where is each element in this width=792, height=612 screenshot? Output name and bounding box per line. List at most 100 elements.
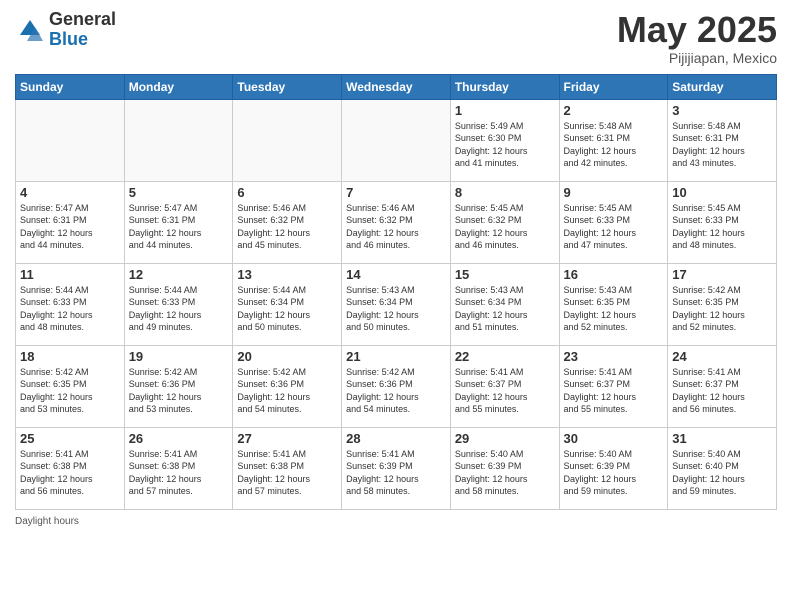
day-number: 27 bbox=[237, 431, 337, 446]
calendar-cell: 28 Sunrise: 5:41 AM Sunset: 6:39 PM Dayli… bbox=[342, 427, 451, 509]
day-info: Sunrise: 5:45 AM Sunset: 6:32 PM Dayligh… bbox=[455, 202, 555, 252]
day-info: Sunrise: 5:40 AM Sunset: 6:40 PM Dayligh… bbox=[672, 448, 772, 498]
weekday-header: Tuesday bbox=[233, 74, 342, 99]
calendar-cell: 17 Sunrise: 5:42 AM Sunset: 6:35 PM Dayli… bbox=[668, 263, 777, 345]
calendar-cell: 4Sunrise: 5:47 AM Sunset: 6:31 PM Daylig… bbox=[16, 181, 125, 263]
day-info: Sunrise: 5:43 AM Sunset: 6:34 PM Dayligh… bbox=[346, 284, 446, 334]
day-info: Sunrise: 5:42 AM Sunset: 6:36 PM Dayligh… bbox=[129, 366, 229, 416]
month-title: May 2025 bbox=[617, 10, 777, 50]
calendar: SundayMondayTuesdayWednesdayThursdayFrid… bbox=[15, 74, 777, 510]
weekday-header: Saturday bbox=[668, 74, 777, 99]
calendar-cell: 8 Sunrise: 5:45 AM Sunset: 6:32 PM Daylig… bbox=[450, 181, 559, 263]
footer: Daylight hours bbox=[15, 516, 777, 527]
day-info: Sunrise: 5:40 AM Sunset: 6:39 PM Dayligh… bbox=[564, 448, 664, 498]
calendar-cell bbox=[342, 99, 451, 181]
footer-label: Daylight hours bbox=[15, 516, 79, 527]
calendar-cell: 31Sunrise: 5:40 AM Sunset: 6:40 PM Dayli… bbox=[668, 427, 777, 509]
day-number: 10 bbox=[672, 185, 772, 200]
day-number: 1 bbox=[455, 103, 555, 118]
calendar-cell: 26 Sunrise: 5:41 AM Sunset: 6:38 PM Dayli… bbox=[124, 427, 233, 509]
calendar-cell: 29Sunrise: 5:40 AM Sunset: 6:39 PM Dayli… bbox=[450, 427, 559, 509]
day-info: Sunrise: 5:42 AM Sunset: 6:35 PM Dayligh… bbox=[672, 284, 772, 334]
calendar-cell: 21Sunrise: 5:42 AM Sunset: 6:36 PM Dayli… bbox=[342, 345, 451, 427]
general-blue-icon bbox=[15, 15, 45, 45]
day-info: Sunrise: 5:45 AM Sunset: 6:33 PM Dayligh… bbox=[672, 202, 772, 252]
day-info: Sunrise: 5:46 AM Sunset: 6:32 PM Dayligh… bbox=[346, 202, 446, 252]
calendar-cell: 25 Sunrise: 5:41 AM Sunset: 6:38 PM Dayli… bbox=[16, 427, 125, 509]
calendar-cell: 9Sunrise: 5:45 AM Sunset: 6:33 PM Daylig… bbox=[559, 181, 668, 263]
logo-blue-text: Blue bbox=[49, 30, 116, 50]
calendar-cell: 12Sunrise: 5:44 AM Sunset: 6:33 PM Dayli… bbox=[124, 263, 233, 345]
calendar-week-row: 18 Sunrise: 5:42 AM Sunset: 6:35 PM Dayli… bbox=[16, 345, 777, 427]
day-info: Sunrise: 5:40 AM Sunset: 6:39 PM Dayligh… bbox=[455, 448, 555, 498]
logo: General Blue bbox=[15, 10, 116, 50]
day-number: 28 bbox=[346, 431, 446, 446]
day-number: 17 bbox=[672, 267, 772, 282]
day-number: 3 bbox=[672, 103, 772, 118]
weekday-header: Friday bbox=[559, 74, 668, 99]
day-info: Sunrise: 5:41 AM Sunset: 6:38 PM Dayligh… bbox=[237, 448, 337, 498]
day-number: 26 bbox=[129, 431, 229, 446]
day-info: Sunrise: 5:41 AM Sunset: 6:39 PM Dayligh… bbox=[346, 448, 446, 498]
day-number: 24 bbox=[672, 349, 772, 364]
weekday-row: SundayMondayTuesdayWednesdayThursdayFrid… bbox=[16, 74, 777, 99]
day-number: 4 bbox=[20, 185, 120, 200]
logo-general-text: General bbox=[49, 10, 116, 30]
calendar-cell: 13Sunrise: 5:44 AM Sunset: 6:34 PM Dayli… bbox=[233, 263, 342, 345]
title-block: May 2025 Pijijiapan, Mexico bbox=[617, 10, 777, 66]
day-number: 16 bbox=[564, 267, 664, 282]
header: General Blue May 2025 Pijijiapan, Mexico bbox=[15, 10, 777, 66]
day-number: 14 bbox=[346, 267, 446, 282]
calendar-cell: 15Sunrise: 5:43 AM Sunset: 6:34 PM Dayli… bbox=[450, 263, 559, 345]
day-info: Sunrise: 5:41 AM Sunset: 6:38 PM Dayligh… bbox=[129, 448, 229, 498]
day-number: 30 bbox=[564, 431, 664, 446]
day-number: 25 bbox=[20, 431, 120, 446]
weekday-header: Sunday bbox=[16, 74, 125, 99]
calendar-header: SundayMondayTuesdayWednesdayThursdayFrid… bbox=[16, 74, 777, 99]
day-number: 20 bbox=[237, 349, 337, 364]
day-number: 7 bbox=[346, 185, 446, 200]
day-number: 11 bbox=[20, 267, 120, 282]
day-info: Sunrise: 5:48 AM Sunset: 6:31 PM Dayligh… bbox=[564, 120, 664, 170]
calendar-cell: 30 Sunrise: 5:40 AM Sunset: 6:39 PM Dayli… bbox=[559, 427, 668, 509]
day-number: 5 bbox=[129, 185, 229, 200]
day-number: 18 bbox=[20, 349, 120, 364]
day-info: Sunrise: 5:41 AM Sunset: 6:37 PM Dayligh… bbox=[564, 366, 664, 416]
calendar-cell bbox=[16, 99, 125, 181]
calendar-body: 1 Sunrise: 5:49 AM Sunset: 6:30 PM Daylig… bbox=[16, 99, 777, 509]
calendar-cell: 27 Sunrise: 5:41 AM Sunset: 6:38 PM Dayli… bbox=[233, 427, 342, 509]
calendar-cell: 11 Sunrise: 5:44 AM Sunset: 6:33 PM Dayli… bbox=[16, 263, 125, 345]
day-info: Sunrise: 5:46 AM Sunset: 6:32 PM Dayligh… bbox=[237, 202, 337, 252]
day-info: Sunrise: 5:44 AM Sunset: 6:33 PM Dayligh… bbox=[129, 284, 229, 334]
calendar-cell: 10 Sunrise: 5:45 AM Sunset: 6:33 PM Dayli… bbox=[668, 181, 777, 263]
calendar-cell: 22Sunrise: 5:41 AM Sunset: 6:37 PM Dayli… bbox=[450, 345, 559, 427]
calendar-cell: 18 Sunrise: 5:42 AM Sunset: 6:35 PM Dayli… bbox=[16, 345, 125, 427]
day-info: Sunrise: 5:47 AM Sunset: 6:31 PM Dayligh… bbox=[129, 202, 229, 252]
page: General Blue May 2025 Pijijiapan, Mexico… bbox=[0, 0, 792, 612]
day-info: Sunrise: 5:41 AM Sunset: 6:38 PM Dayligh… bbox=[20, 448, 120, 498]
day-info: Sunrise: 5:44 AM Sunset: 6:34 PM Dayligh… bbox=[237, 284, 337, 334]
day-info: Sunrise: 5:42 AM Sunset: 6:35 PM Dayligh… bbox=[20, 366, 120, 416]
day-info: Sunrise: 5:48 AM Sunset: 6:31 PM Dayligh… bbox=[672, 120, 772, 170]
day-info: Sunrise: 5:49 AM Sunset: 6:30 PM Dayligh… bbox=[455, 120, 555, 170]
calendar-cell: 19 Sunrise: 5:42 AM Sunset: 6:36 PM Dayli… bbox=[124, 345, 233, 427]
day-number: 22 bbox=[455, 349, 555, 364]
day-number: 19 bbox=[129, 349, 229, 364]
calendar-week-row: 4 Sunrise: 5:47 AM Sunset: 6:31 PM Daylig… bbox=[16, 181, 777, 263]
calendar-cell: 3 Sunrise: 5:48 AM Sunset: 6:31 PM Daylig… bbox=[668, 99, 777, 181]
calendar-cell: 16Sunrise: 5:43 AM Sunset: 6:35 PM Dayli… bbox=[559, 263, 668, 345]
day-info: Sunrise: 5:42 AM Sunset: 6:36 PM Dayligh… bbox=[237, 366, 337, 416]
day-info: Sunrise: 5:45 AM Sunset: 6:33 PM Dayligh… bbox=[564, 202, 664, 252]
day-info: Sunrise: 5:41 AM Sunset: 6:37 PM Dayligh… bbox=[672, 366, 772, 416]
calendar-cell: 5 Sunrise: 5:47 AM Sunset: 6:31 PM Daylig… bbox=[124, 181, 233, 263]
calendar-week-row: 25 Sunrise: 5:41 AM Sunset: 6:38 PM Dayli… bbox=[16, 427, 777, 509]
day-number: 15 bbox=[455, 267, 555, 282]
logo-text: General Blue bbox=[49, 10, 116, 50]
calendar-cell bbox=[233, 99, 342, 181]
day-info: Sunrise: 5:44 AM Sunset: 6:33 PM Dayligh… bbox=[20, 284, 120, 334]
day-number: 8 bbox=[455, 185, 555, 200]
calendar-cell: 1 Sunrise: 5:49 AM Sunset: 6:30 PM Daylig… bbox=[450, 99, 559, 181]
weekday-header: Wednesday bbox=[342, 74, 451, 99]
calendar-cell: 7 Sunrise: 5:46 AM Sunset: 6:32 PM Daylig… bbox=[342, 181, 451, 263]
calendar-cell: 24 Sunrise: 5:41 AM Sunset: 6:37 PM Dayli… bbox=[668, 345, 777, 427]
